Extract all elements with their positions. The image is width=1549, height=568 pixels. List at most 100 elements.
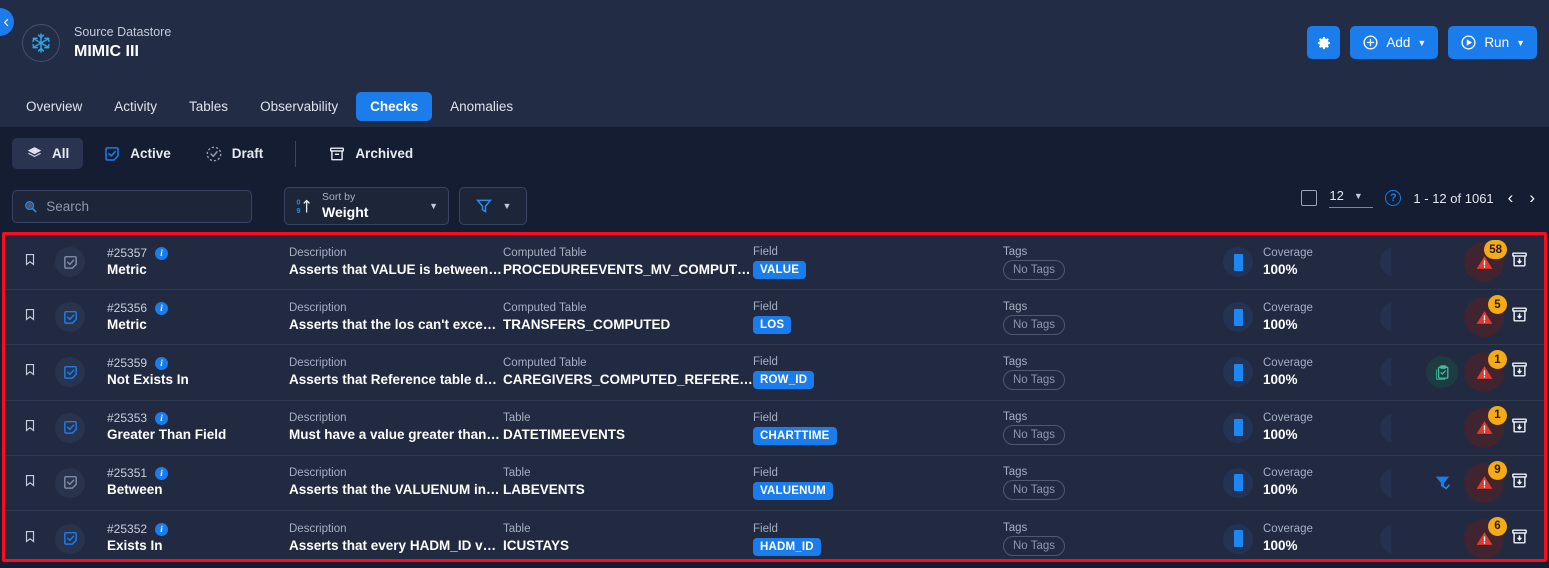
check-state-icon[interactable]: [55, 523, 85, 554]
run-button[interactable]: Run ▼: [1448, 26, 1537, 59]
table-cell: Table DATETIMEEVENTS: [503, 411, 753, 444]
info-icon[interactable]: i: [155, 356, 169, 370]
archive-row-button[interactable]: [1510, 527, 1534, 551]
chevron-down-icon: ▼: [502, 201, 512, 211]
tab-anomalies[interactable]: Anomalies: [436, 92, 527, 121]
table-value: PROCEDUREEVENTS_MV_COMPUTED: [503, 261, 753, 277]
table-row[interactable]: #25357 i Metric Description Asserts that…: [5, 235, 1544, 291]
description-value: Asserts that the los can't exceed t...: [289, 316, 503, 332]
coverage-cell: Coverage 100%: [1223, 522, 1313, 555]
row-actions: 9: [1380, 456, 1538, 510]
prev-page-button[interactable]: ‹: [1506, 188, 1516, 208]
coverage-value: 100%: [1263, 261, 1298, 277]
bookmark-icon[interactable]: [23, 251, 45, 273]
tab-tables[interactable]: Tables: [175, 92, 242, 121]
table-label: Computed Table: [503, 246, 587, 259]
check-rule-type: Greater Than Field: [107, 427, 227, 443]
archive-row-button[interactable]: [1510, 250, 1534, 274]
info-icon[interactable]: i: [155, 523, 169, 537]
check-id: #25352: [107, 522, 148, 537]
partial-icon-circle: [1380, 247, 1392, 278]
filter-active-label: Active: [130, 146, 171, 161]
table-row[interactable]: #25352 i Exists In Description Asserts t…: [5, 510, 1544, 559]
datastore-name: MIMIC III: [74, 42, 139, 60]
search-box[interactable]: [12, 189, 252, 223]
description-value: Asserts that the VALUENUM in the ...: [289, 482, 503, 498]
select-all-checkbox[interactable]: [1301, 190, 1318, 206]
table-row[interactable]: #25356 i Metric Description Asserts that…: [5, 290, 1544, 346]
bookmark-icon[interactable]: [23, 306, 45, 328]
field-cell: Field ROW_ID: [753, 355, 1003, 390]
anomaly-warning-button[interactable]: 58: [1464, 240, 1507, 283]
sort-by-select[interactable]: 0 9 Sort by Weight ▼: [284, 187, 449, 225]
field-label: Field: [753, 356, 778, 369]
description-cell: Description Must have a value greater th…: [289, 411, 503, 444]
checkbox-active-icon: [63, 365, 77, 379]
coverage-label: Coverage: [1263, 467, 1313, 480]
archive-row-button[interactable]: [1510, 305, 1534, 329]
tab-observability[interactable]: Observability: [246, 92, 352, 121]
anomaly-warning-button[interactable]: 5: [1464, 295, 1507, 338]
settings-button[interactable]: [1307, 26, 1341, 59]
filter-active[interactable]: Active: [89, 138, 185, 170]
status-filter-row: All Active Draft Archived: [0, 127, 1549, 180]
filter-archived-label: Archived: [355, 146, 414, 161]
filter-check-icon[interactable]: [1426, 467, 1458, 499]
tab-checks[interactable]: Checks: [356, 91, 433, 121]
archive-row-button[interactable]: [1510, 360, 1534, 384]
collapse-sidebar-button[interactable]: [0, 8, 14, 36]
check-state-icon[interactable]: [55, 247, 85, 278]
check-state-icon[interactable]: [55, 412, 85, 443]
table-label: Computed Table: [503, 356, 587, 369]
info-icon[interactable]: i: [155, 467, 169, 481]
tags-cell: Tags No Tags: [1003, 521, 1223, 557]
anomaly-warning-button[interactable]: 9: [1464, 460, 1507, 503]
anomaly-warning-button[interactable]: 6: [1464, 516, 1507, 559]
table-row[interactable]: #25359 i Not Exists In Description Asser…: [5, 345, 1544, 401]
field-cell: Field CHARTTIME: [753, 411, 1003, 445]
search-input[interactable]: [46, 198, 241, 214]
archive-row-button[interactable]: [1510, 416, 1534, 440]
dashed-circle-check-icon: [206, 146, 222, 161]
filter-archived[interactable]: Archived: [314, 138, 427, 170]
check-id: #25351: [107, 466, 148, 481]
check-state-icon[interactable]: [55, 302, 85, 333]
anomaly-warning-button[interactable]: 1: [1464, 350, 1507, 393]
table-row[interactable]: #25353 i Greater Than Field Description …: [5, 400, 1544, 456]
filter-draft[interactable]: Draft: [191, 138, 278, 170]
coverage-bar-icon: [1223, 523, 1253, 554]
check-state-icon[interactable]: [55, 467, 85, 498]
bookmark-icon[interactable]: [23, 361, 45, 383]
table-row[interactable]: #25351 i Between Description Asserts tha…: [5, 455, 1544, 511]
archive-row-button[interactable]: [1510, 471, 1534, 495]
info-icon[interactable]: i: [155, 301, 169, 315]
description-label: Description: [289, 356, 347, 369]
page-size-select[interactable]: 12 ▼: [1329, 188, 1374, 208]
next-page-button[interactable]: ›: [1527, 188, 1537, 208]
info-icon[interactable]: i: [155, 246, 169, 260]
check-state-icon[interactable]: [55, 357, 85, 388]
bookmark-icon[interactable]: [23, 528, 45, 550]
field-cell: Field HADM_ID: [753, 522, 1003, 556]
filter-menu-button[interactable]: ▼: [459, 187, 527, 225]
info-icon[interactable]: i: [155, 412, 169, 426]
tags-label: Tags: [1003, 411, 1028, 424]
filter-all[interactable]: All: [12, 138, 84, 169]
anomaly-warning-button[interactable]: 1: [1464, 405, 1507, 448]
tab-overview[interactable]: Overview: [12, 92, 96, 121]
clipboard-check-icon[interactable]: [1426, 356, 1458, 389]
help-icon[interactable]: ?: [1385, 190, 1402, 206]
row-extra-icon-slot: [1426, 523, 1458, 555]
tags-value: No Tags: [1003, 536, 1065, 557]
tab-activity[interactable]: Activity: [100, 92, 171, 121]
chevron-down-icon: ▼: [1516, 37, 1525, 48]
bookmark-icon[interactable]: [23, 472, 45, 494]
check-id-cell: #25359 i Not Exists In: [107, 356, 289, 389]
field-pill: LOS: [753, 316, 792, 335]
add-button[interactable]: Add ▼: [1350, 26, 1439, 59]
bookmark-icon[interactable]: [23, 417, 45, 439]
tags-label: Tags: [1003, 300, 1028, 313]
tags-cell: Tags No Tags: [1003, 410, 1223, 446]
field-pill: ROW_ID: [753, 371, 815, 390]
anomaly-count-badge: 1: [1488, 350, 1507, 370]
